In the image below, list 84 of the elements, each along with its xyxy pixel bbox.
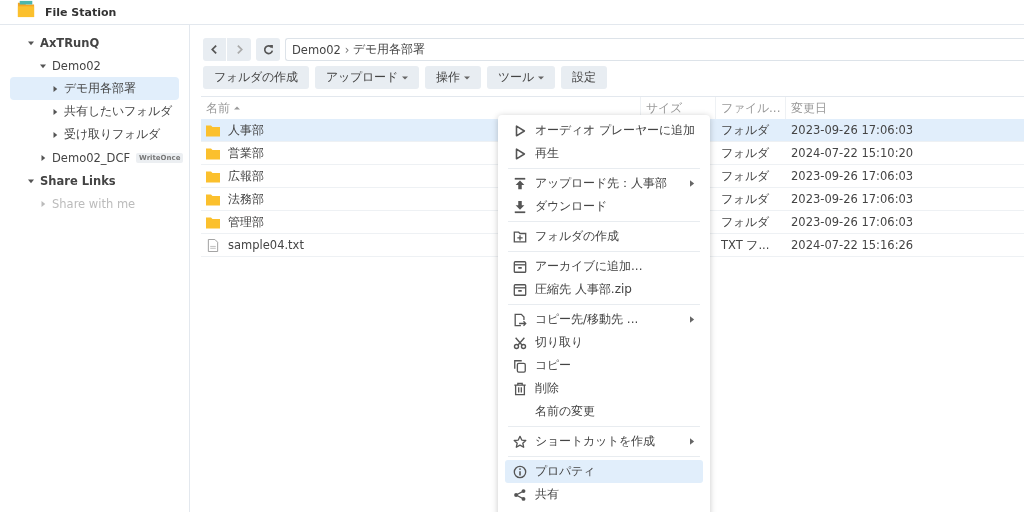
caret-right-icon [52, 85, 58, 92]
copy-icon [513, 358, 527, 373]
menu-item[interactable]: オーディオ プレーヤーに追加 [505, 119, 703, 142]
file-name: 人事部 [228, 122, 264, 138]
menu-item[interactable]: 名前の変更 [505, 400, 703, 423]
menu-item[interactable]: 切り取り [505, 331, 703, 354]
menu-item[interactable]: プロパティ [505, 460, 703, 483]
caret-right-icon [52, 108, 58, 115]
menu-item[interactable]: 再生 [505, 142, 703, 165]
sort-arrow-icon [234, 105, 240, 111]
caret-right-icon [40, 154, 46, 161]
submenu-arrow-icon [690, 438, 695, 445]
app-title: File Station [45, 5, 117, 19]
toolbar-button[interactable]: 設定 [561, 66, 607, 89]
tree-item[interactable]: Share Links [10, 169, 179, 192]
file-type: フォルダ [721, 145, 769, 161]
folder-icon [206, 169, 220, 183]
folder-icon [17, 0, 35, 18]
toolbar-button[interactable]: ツール [487, 66, 555, 89]
tree-item[interactable]: 共有したいフォルダ [10, 100, 179, 123]
caret-down-icon [28, 177, 34, 184]
caret-down-icon [40, 62, 46, 69]
modified-date: 2023-09-26 17:06:03 [791, 215, 914, 229]
menu-item[interactable]: 共有 [505, 483, 703, 506]
submenu-arrow-icon [690, 180, 695, 187]
folder-icon [206, 123, 220, 137]
file-name: 広報部 [228, 168, 264, 184]
caret-down-icon [464, 74, 470, 81]
archive-icon [513, 282, 527, 297]
file-name: 法務部 [228, 191, 264, 207]
folder-plus-icon [513, 229, 527, 244]
modified-date: 2024-07-22 15:16:26 [791, 238, 914, 252]
menu-item[interactable]: アーカイブに追加... [505, 255, 703, 278]
submenu-arrow-icon [690, 316, 695, 323]
refresh-button[interactable] [256, 38, 280, 61]
modified-date: 2023-09-26 17:06:03 [791, 192, 914, 206]
file-type: フォルダ [721, 168, 769, 184]
tree-item[interactable]: AxTRunQ [10, 31, 179, 54]
share-icon [513, 487, 527, 502]
caret-right-icon [52, 131, 58, 138]
file-type: TXT フ... [721, 237, 770, 253]
back-button[interactable] [203, 38, 227, 61]
play-icon [513, 123, 527, 138]
upload-icon [513, 176, 527, 191]
file-name: 管理部 [228, 214, 264, 230]
menu-item[interactable]: 圧縮先 人事部.zip [505, 278, 703, 301]
file-type: フォルダ [721, 191, 769, 207]
file-icon [206, 238, 220, 252]
tree-item[interactable]: Demo02 [10, 54, 179, 77]
file-type: フォルダ [721, 122, 769, 138]
toolbar-button[interactable]: フォルダの作成 [203, 66, 309, 89]
modified-date: 2024-07-22 15:10:20 [791, 146, 914, 160]
menu-item[interactable]: アップロード先：人事部 [505, 172, 703, 195]
caret-down-icon [402, 74, 408, 81]
menu-item[interactable]: ショートカットを作成 [505, 430, 703, 453]
file-name: 営業部 [228, 145, 264, 161]
caret-down-icon [28, 39, 34, 46]
folder-icon [206, 215, 220, 229]
modified-date: 2023-09-26 17:06:03 [791, 169, 914, 183]
download-icon [513, 199, 527, 214]
path-field[interactable]: Demo02 › デモ用各部署 [285, 38, 1024, 61]
menu-item[interactable]: 削除 [505, 377, 703, 400]
caret-right-icon [40, 200, 46, 207]
trash-icon [513, 381, 527, 396]
file-arrow-icon [513, 312, 527, 327]
refresh-icon [262, 44, 274, 55]
menu-item[interactable]: コピー [505, 354, 703, 377]
modified-date: 2023-09-26 17:06:03 [791, 123, 914, 137]
toolbar-button[interactable]: 操作 [425, 66, 481, 89]
info-icon [513, 464, 527, 479]
menu-item[interactable]: コピー先/移動先 ... [505, 308, 703, 331]
archive-icon [513, 259, 527, 274]
caret-down-icon [538, 74, 544, 81]
folder-icon [206, 192, 220, 206]
file-type: フォルダ [721, 214, 769, 230]
toolbar-button[interactable]: アップロード [315, 66, 419, 89]
folder-icon [206, 146, 220, 160]
file-name: sample04.txt [228, 238, 304, 252]
chevron-left-icon [209, 44, 220, 55]
tree-item[interactable]: 受け取りフォルダ [10, 123, 179, 146]
play-icon [513, 146, 527, 161]
star-icon [513, 434, 527, 449]
tree-item[interactable]: デモ用各部署 [10, 77, 179, 100]
scissors-icon [513, 335, 527, 350]
